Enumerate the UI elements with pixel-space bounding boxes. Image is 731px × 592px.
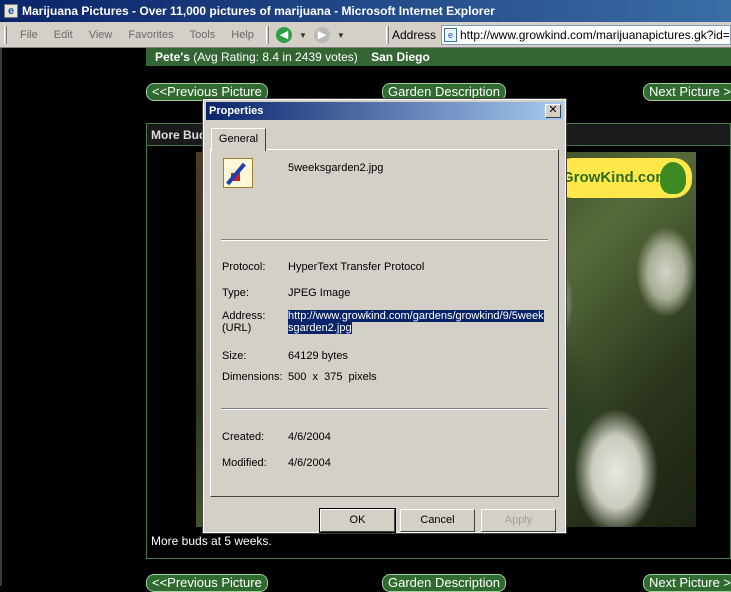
leaf-icon: [660, 162, 686, 194]
ok-button[interactable]: OK: [319, 508, 396, 533]
address-url-label: Address: (URL): [222, 310, 265, 334]
address-label-line: Address:: [222, 310, 266, 322]
dimensions-value: 500 x 375 pixels: [288, 371, 377, 383]
garden-description-button-bottom[interactable]: Garden Description: [382, 574, 506, 592]
toolbar-grip-2: [266, 26, 269, 44]
tab-general[interactable]: General: [211, 128, 266, 151]
user-name[interactable]: Pete's: [155, 50, 190, 64]
jpeg-file-icon: [223, 158, 253, 188]
menu-tools[interactable]: Tools: [182, 29, 224, 41]
toolbar-grip-3: [386, 26, 389, 44]
size-value: 64129 bytes: [288, 350, 348, 362]
close-icon[interactable]: ✕: [545, 104, 561, 118]
browser-toolbar: File Edit View Favorites Tools Help ◀ ▼ …: [0, 22, 731, 48]
address-label: Address: [392, 28, 437, 42]
menu-help[interactable]: Help: [223, 29, 262, 41]
dialog-title-bar[interactable]: Properties ✕: [206, 102, 563, 120]
page-left-border: [0, 48, 2, 586]
url-selected-text[interactable]: http://www.growkind.com/gardens/growkind…: [288, 310, 544, 334]
forward-dropdown-icon[interactable]: ▼: [334, 31, 348, 40]
created-value: 4/6/2004: [288, 431, 331, 443]
menu-favorites[interactable]: Favorites: [120, 29, 181, 41]
size-label: Size:: [222, 350, 247, 362]
address-url: http://www.growkind.com/marijuanapicture…: [460, 28, 731, 42]
back-dropdown-icon[interactable]: ▼: [296, 31, 310, 40]
url-label-line: (URL): [222, 322, 252, 334]
protocol-value: HyperText Transfer Protocol: [288, 261, 425, 273]
created-label: Created:: [222, 431, 265, 443]
apply-button[interactable]: Apply: [481, 509, 556, 532]
properties-dialog: Properties ✕ General 5weeksgarden2.jpg P…: [202, 98, 567, 534]
protocol-label: Protocol:: [222, 261, 266, 273]
modified-label: Modified:: [222, 457, 267, 469]
cancel-button[interactable]: Cancel: [400, 509, 475, 532]
toolbar-grip: [4, 26, 7, 44]
modified-value: 4/6/2004: [288, 457, 331, 469]
url-value[interactable]: http://www.growkind.com/gardens/growkind…: [288, 310, 544, 334]
user-city: San Diego: [371, 50, 430, 64]
nav-buttons: ◀ ▼ ▶ ▼: [276, 25, 348, 45]
general-tab-panel: 5weeksgarden2.jpg Protocol: HyperText Tr…: [210, 149, 559, 497]
page-icon: e: [444, 28, 457, 42]
logo-text: GrowKind.com: [562, 169, 669, 186]
previous-picture-button-bottom[interactable]: <<Previous Picture: [146, 574, 268, 592]
separator-1: [221, 239, 548, 241]
address-input[interactable]: e http://www.growkind.com/marijuanapictu…: [441, 25, 731, 45]
user-rating: (Avg Rating: 8.4 in 2439 votes): [193, 50, 358, 64]
type-label: Type:: [222, 287, 249, 299]
next-picture-button-bottom[interactable]: Next Picture >: [643, 574, 731, 592]
menu-view[interactable]: View: [81, 29, 121, 41]
window-title-bar: e Marijuana Pictures - Over 11,000 pictu…: [0, 0, 731, 22]
menu-file[interactable]: File: [12, 29, 46, 41]
next-picture-button[interactable]: Next Picture >: [643, 83, 731, 101]
separator-2: [221, 408, 548, 410]
ie-icon: e: [4, 4, 18, 18]
picture-caption: More buds at 5 weeks.: [151, 534, 272, 548]
type-value: JPEG Image: [288, 287, 351, 299]
menu-bar: File Edit View Favorites Tools Help: [12, 22, 262, 48]
forward-arrow-icon[interactable]: ▶: [313, 27, 330, 43]
file-name: 5weeksgarden2.jpg: [288, 162, 384, 174]
dialog-title: Properties: [209, 105, 264, 117]
menu-edit[interactable]: Edit: [46, 29, 81, 41]
back-arrow-icon[interactable]: ◀: [276, 27, 292, 43]
dimensions-label: Dimensions:: [222, 371, 283, 383]
window-title: Marijuana Pictures - Over 11,000 picture…: [22, 4, 495, 18]
pen-icon: [226, 162, 246, 186]
growkind-logo: GrowKind.com: [554, 158, 692, 198]
user-info-bar: Pete's (Avg Rating: 8.4 in 2439 votes) S…: [146, 48, 731, 66]
